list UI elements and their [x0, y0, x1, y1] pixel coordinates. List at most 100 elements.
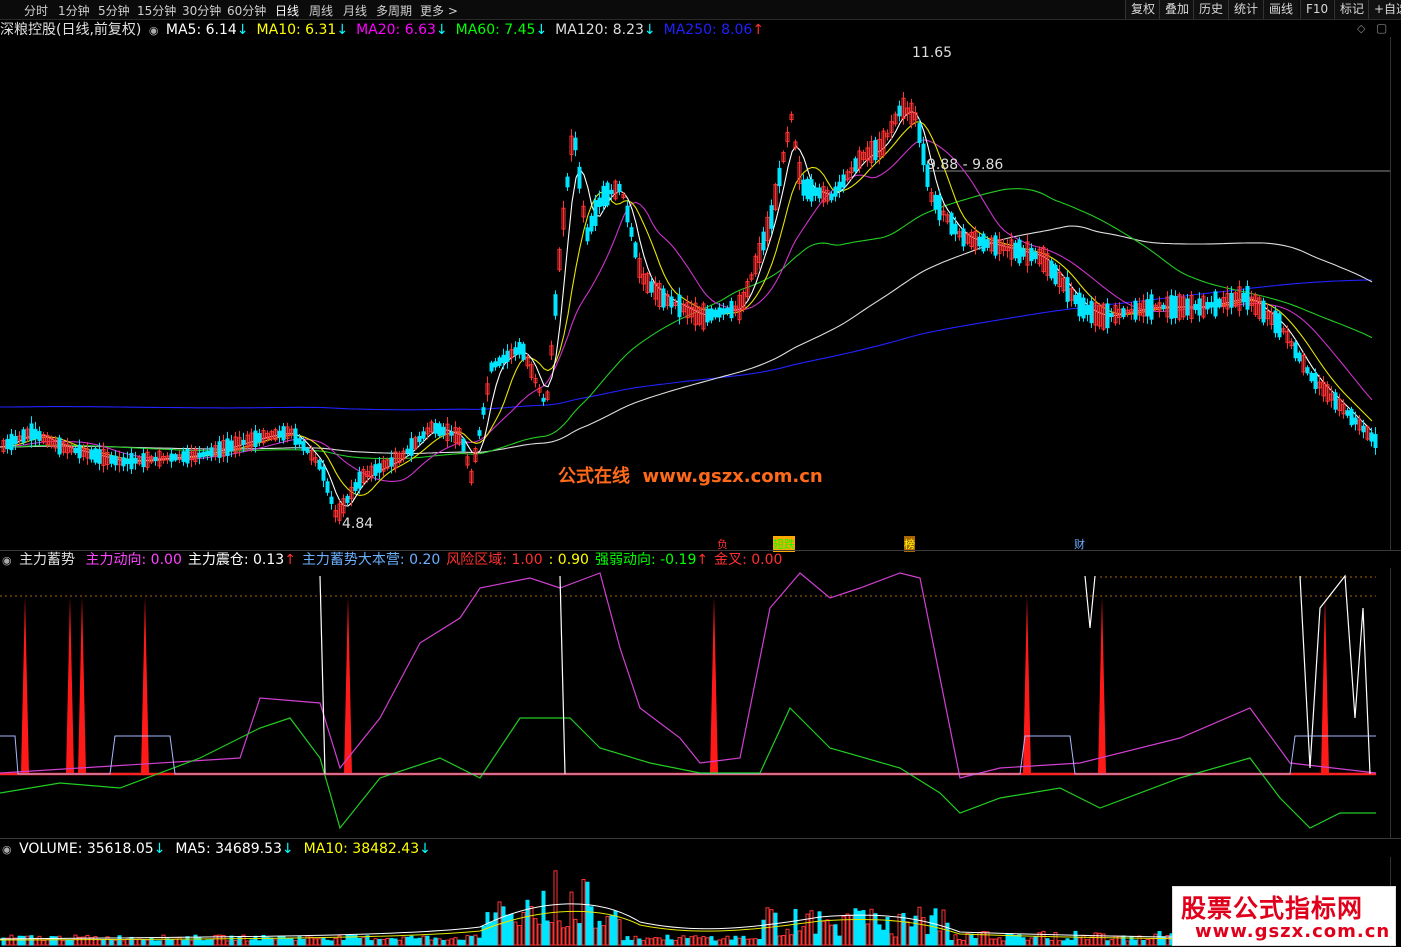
tab-30min[interactable]: 30分钟 [182, 2, 221, 19]
low-price-label: 4.84 [342, 516, 374, 532]
candle [165, 452, 170, 464]
tab-more[interactable]: 更多 > [420, 2, 458, 19]
candle [1061, 275, 1066, 294]
volume-bar [777, 935, 782, 946]
candle [865, 141, 870, 167]
tab-daily[interactable]: 日线 [275, 2, 299, 19]
candle [277, 425, 282, 443]
volume-bar [185, 936, 190, 946]
panel-diamond-icon[interactable]: ◇ [1357, 22, 1365, 35]
volume-bar [649, 938, 654, 946]
candle [1025, 234, 1030, 273]
candle [1301, 351, 1306, 376]
volume-legend-items: VOLUME: 35618.05↓ MA5: 34689.53↓ MA10: 384… [19, 841, 441, 857]
watermark-text: 公式在线 www.gszx.com.cn [558, 466, 823, 487]
volume-bar [681, 935, 686, 946]
candle [861, 149, 866, 163]
indicator-item-4: : 0.90 [548, 552, 589, 568]
volume-bar [721, 938, 726, 946]
tab-15min[interactable]: 15分钟 [137, 2, 176, 19]
tab-60min[interactable]: 60分钟 [227, 2, 266, 19]
candle [965, 231, 970, 246]
volume-bar [301, 938, 306, 946]
volume-bar [201, 940, 206, 946]
volume-bar [1021, 937, 1026, 946]
history-button[interactable]: 历史 [1193, 0, 1229, 19]
tab-weekly[interactable]: 周线 [309, 2, 333, 19]
volume-bar [633, 935, 638, 946]
volume-bar [157, 940, 162, 946]
indicator-toggle-icon[interactable]: ◉ [2, 554, 12, 567]
tab-5min[interactable]: 5分钟 [98, 2, 130, 19]
candle [1029, 243, 1034, 266]
candle [1217, 297, 1222, 309]
draw-line-button[interactable]: 画线 [1263, 0, 1299, 19]
volume-bar [257, 940, 262, 946]
candle [761, 226, 766, 256]
add-watchlist-button[interactable]: +自选 [1368, 0, 1401, 19]
indicator-item-arrow-1: ↑ [284, 552, 296, 568]
candle [1273, 306, 1278, 338]
candle [573, 131, 578, 157]
candle [969, 229, 974, 250]
stock-title: 深粮控股(日线,前复权) [0, 22, 142, 38]
volume-bar [333, 937, 338, 946]
candle [1, 438, 6, 454]
volume-bar [709, 936, 714, 946]
candle [1185, 293, 1190, 321]
volume-bar [313, 938, 318, 946]
candle [1257, 295, 1262, 321]
candle [905, 101, 910, 121]
mark-button[interactable]: 标记 [1334, 0, 1370, 19]
volume-bar [445, 939, 450, 946]
candle [641, 267, 646, 291]
volume-bar [181, 939, 186, 946]
fuquan-button[interactable]: 复权 [1125, 0, 1161, 19]
volume-bar [1001, 940, 1006, 946]
volume-bar [361, 936, 366, 946]
candle [881, 128, 886, 158]
candle [1161, 302, 1166, 312]
candle [705, 304, 710, 327]
risk-zone-line [559, 575, 566, 775]
candle [21, 427, 26, 445]
volume-bar [573, 918, 578, 946]
tab-1min[interactable]: 1分钟 [58, 2, 90, 19]
volume-bar [665, 934, 670, 946]
tab-monthly[interactable]: 月线 [343, 2, 367, 19]
volume-bar [925, 934, 930, 946]
volume-bar [109, 939, 114, 946]
volume-bar [973, 938, 978, 946]
volume-bar [981, 931, 986, 946]
volume-bar [913, 915, 918, 946]
stats-button[interactable]: 统计 [1228, 0, 1264, 19]
tab-fenshi[interactable]: 分时 [24, 2, 48, 19]
candle [585, 223, 590, 245]
ma-toggle-icon[interactable]: ◉ [149, 24, 159, 37]
candle [701, 301, 706, 332]
panel-close-icon[interactable]: ▢ [1376, 21, 1387, 35]
volume-bar [581, 879, 586, 946]
candle [1193, 300, 1198, 314]
candle [569, 129, 574, 162]
volume-bar [601, 925, 606, 946]
candle [1081, 294, 1086, 322]
f10-button[interactable]: F10 [1300, 0, 1334, 19]
candle [717, 303, 722, 322]
candle [741, 289, 746, 313]
candle [633, 240, 638, 260]
volume-bar [773, 912, 778, 946]
volume-toggle-icon[interactable]: ◉ [2, 843, 12, 856]
panel-divider-2 [0, 838, 1401, 839]
volume-bar [653, 937, 658, 946]
indicator-chart[interactable] [0, 568, 1390, 838]
overlay-button[interactable]: 叠加 [1159, 0, 1195, 19]
candle [1125, 306, 1130, 318]
tab-multi-period[interactable]: 多周期 [376, 2, 412, 19]
ma120-line [0, 225, 1373, 454]
indicator-item-2: 主力蓄势大本营: 0.20 [301, 552, 441, 568]
candle [1265, 303, 1270, 327]
candle [325, 478, 330, 496]
volume-bar [49, 936, 54, 946]
candle [1141, 294, 1146, 323]
